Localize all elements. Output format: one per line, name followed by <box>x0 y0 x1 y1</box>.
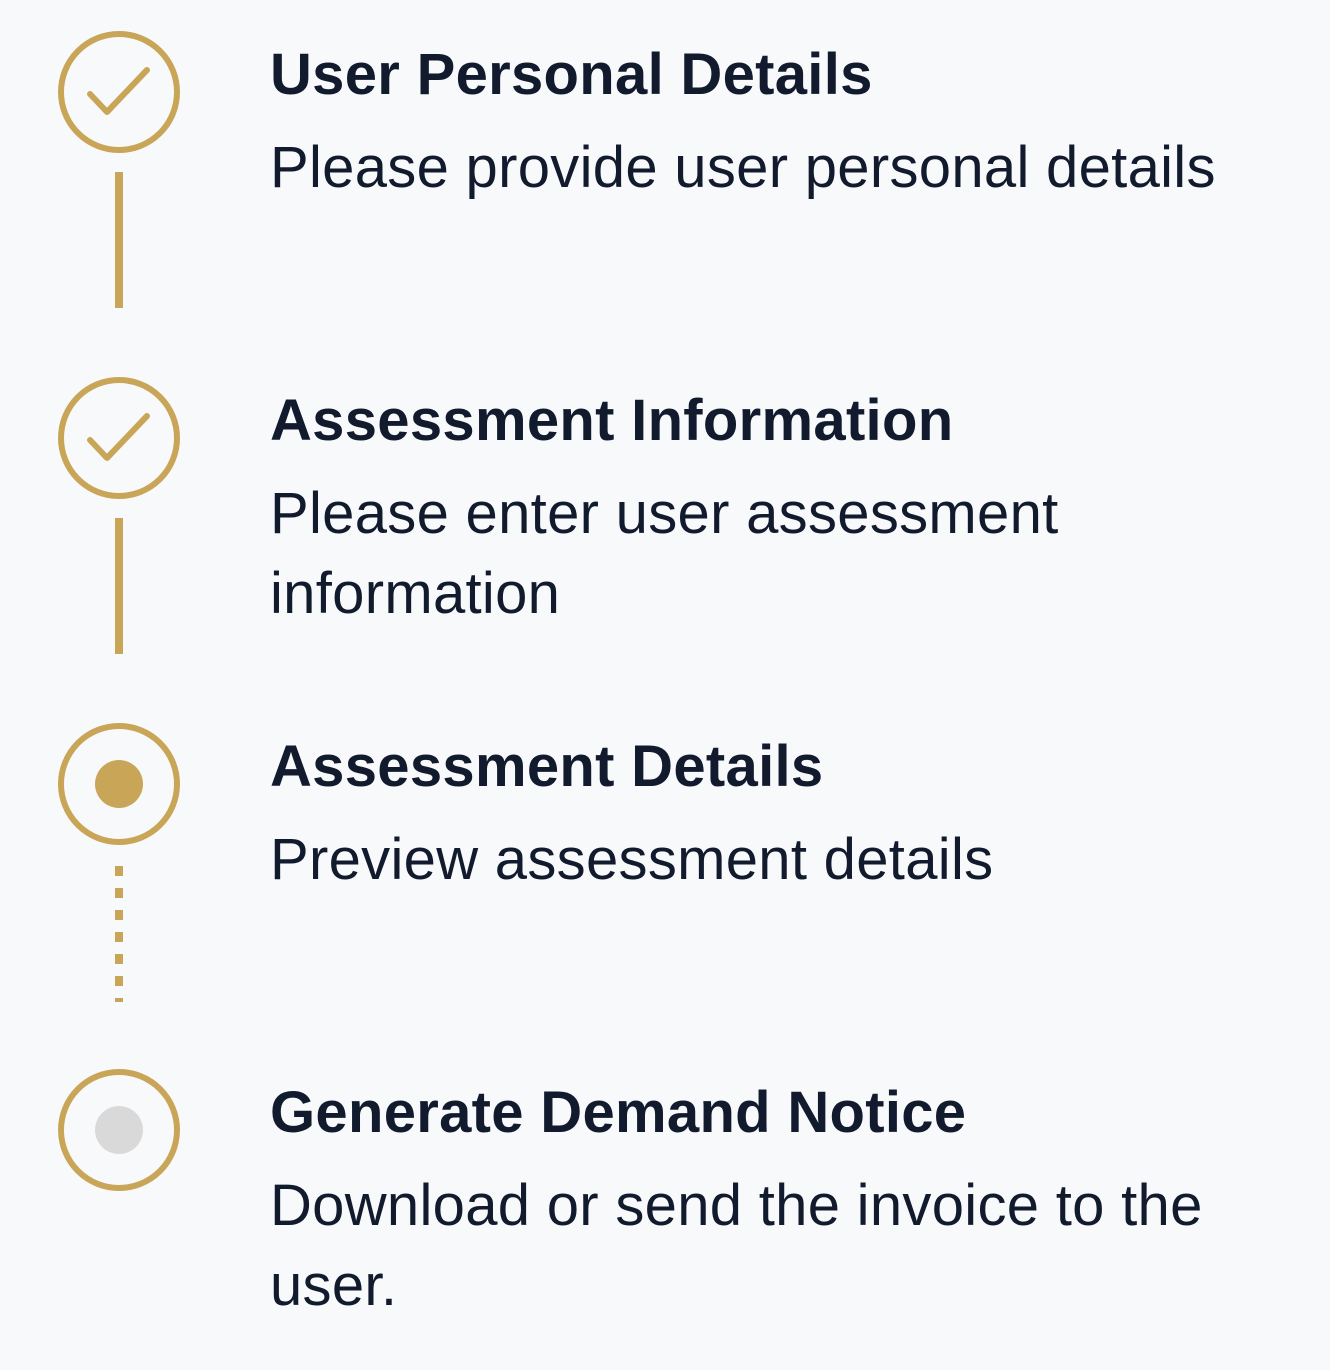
connector-line <box>115 518 123 654</box>
pending-dot-icon <box>58 1069 180 1191</box>
step-title: Assessment Information <box>270 388 954 453</box>
step-description: Please provide user personal details <box>270 135 1216 200</box>
active-dot-icon <box>58 723 180 845</box>
check-circle-icon <box>58 31 180 153</box>
step-description: Download or send the invoice to the user… <box>270 1173 1203 1318</box>
step-description: Please enter user assessment information <box>270 481 1059 626</box>
step-title: Generate Demand Notice <box>270 1080 967 1145</box>
connector-line <box>115 172 123 308</box>
check-circle-icon <box>58 377 180 499</box>
step-indicator-completed <box>57 376 181 500</box>
step-indicator-pending <box>57 1068 181 1192</box>
connector-dotted-line <box>115 866 123 1002</box>
step-indicator-completed <box>57 30 181 154</box>
step-description: Preview assessment details <box>270 827 994 892</box>
step-title: Assessment Details <box>270 734 824 799</box>
progress-stepper: User Personal Details Please provide use… <box>0 0 1330 1370</box>
step-title: User Personal Details <box>270 42 873 107</box>
step-indicator-current <box>57 722 181 846</box>
